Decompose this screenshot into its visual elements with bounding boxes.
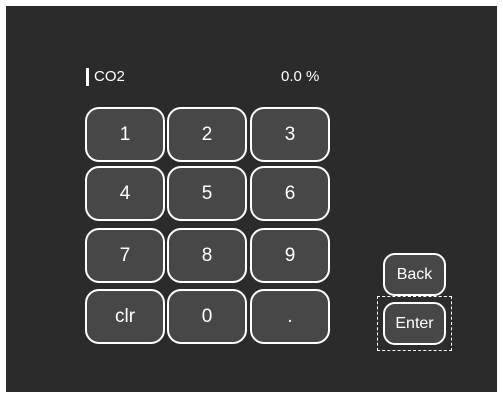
key-clear[interactable]: clr	[85, 289, 165, 344]
key-5[interactable]: 5	[167, 166, 247, 221]
key-8[interactable]: 8	[167, 228, 247, 283]
enter-button[interactable]: Enter	[383, 302, 446, 345]
key-0[interactable]: 0	[167, 289, 247, 344]
gas-label: CO2	[94, 68, 125, 85]
key-1[interactable]: 1	[85, 107, 165, 162]
key-decimal[interactable]: .	[250, 289, 330, 344]
field-marker	[86, 68, 89, 86]
key-4[interactable]: 4	[85, 166, 165, 221]
back-button[interactable]: Back	[383, 253, 446, 296]
key-7[interactable]: 7	[85, 228, 165, 283]
key-9[interactable]: 9	[250, 228, 330, 283]
gas-value-display: 0.0 %	[281, 68, 320, 85]
key-6[interactable]: 6	[250, 166, 330, 221]
key-2[interactable]: 2	[167, 107, 247, 162]
key-3[interactable]: 3	[250, 107, 330, 162]
